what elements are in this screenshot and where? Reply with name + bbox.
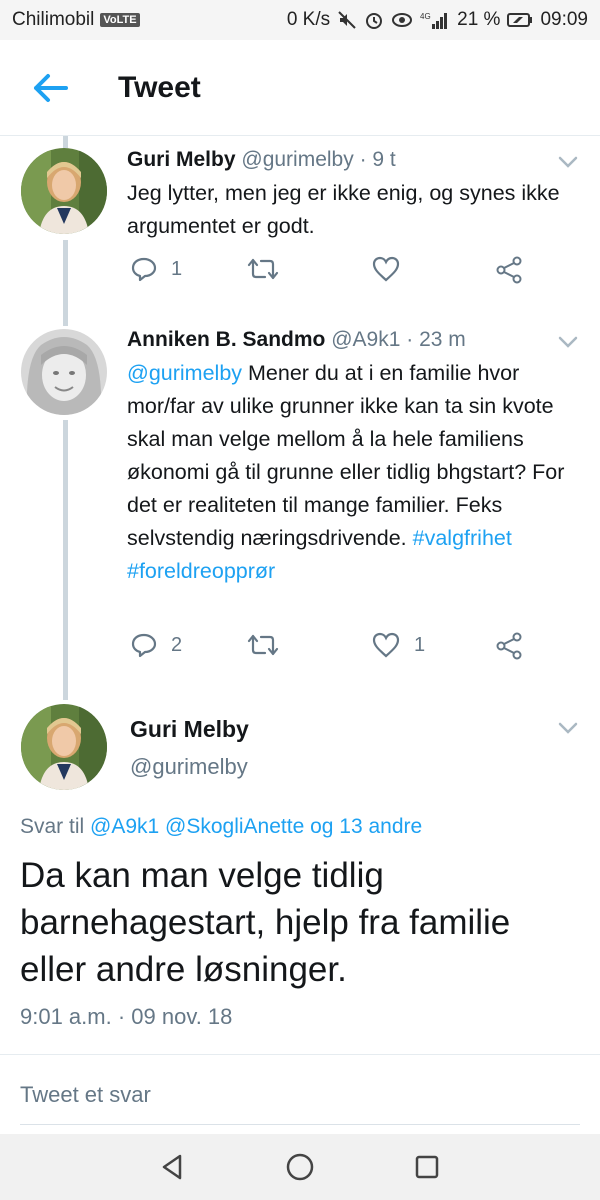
- carrier: Chilimobil VoLTE: [12, 9, 140, 31]
- divider: [20, 1124, 580, 1125]
- like-button[interactable]: 1: [372, 632, 425, 658]
- reply-button[interactable]: 2: [131, 632, 182, 658]
- separator: ·: [406, 328, 414, 351]
- divider: [0, 1054, 600, 1055]
- tweet-text-body: Mener du at i en familie hvor mor/far av…: [127, 361, 565, 550]
- hashtag-link[interactable]: #valgfrihet: [413, 526, 512, 550]
- share-icon: [496, 632, 522, 660]
- avatar[interactable]: [21, 329, 107, 415]
- reply-count: 2: [171, 633, 183, 656]
- reply-users-link[interactable]: @A9k1 @SkogliAnette og 13 andre: [90, 815, 422, 838]
- tweet-header: Guri Melby @gurimelby · 9 t: [127, 148, 396, 172]
- author-name[interactable]: Guri Melby: [127, 148, 236, 171]
- app-header: Tweet: [0, 40, 600, 136]
- author-handle[interactable]: @gurimelby: [130, 754, 248, 780]
- tweet-menu-button[interactable]: [556, 150, 580, 174]
- share-icon: [496, 256, 522, 284]
- network-speed: 0 K/s: [286, 9, 331, 30]
- tweet-text: @gurimelby Mener du at i en familie hvor…: [127, 357, 587, 588]
- clock: 09:09: [540, 9, 588, 30]
- status-bar: Chilimobil VoLTE 0 K/s 4G 21 % 09:09: [0, 0, 600, 40]
- arrow-left-icon: [34, 73, 68, 102]
- tweet-menu-button[interactable]: [556, 716, 580, 740]
- heart-icon: [372, 632, 400, 658]
- like-count: 1: [414, 633, 426, 656]
- reply-icon: [131, 633, 157, 658]
- nav-recents-button[interactable]: [407, 1147, 447, 1187]
- reply-count: 1: [171, 257, 183, 280]
- share-button[interactable]: [495, 632, 523, 660]
- back-button[interactable]: [20, 58, 80, 118]
- eye-comfort-icon: [391, 11, 413, 29]
- avatar[interactable]: [21, 148, 107, 234]
- retweet-icon: [247, 634, 279, 656]
- tweet-header: Anniken B. Sandmo @A9k1 · 23 m: [127, 328, 466, 352]
- alarm-icon: [364, 10, 384, 30]
- chevron-down-icon: [558, 156, 578, 168]
- tweet-item[interactable]: Anniken B. Sandmo @A9k1 · 23 m @gurimelb…: [0, 316, 600, 696]
- tweet-menu-button[interactable]: [556, 330, 580, 354]
- battery-percent: 21 %: [457, 9, 501, 30]
- volte-badge: VoLTE: [100, 13, 140, 27]
- reply-input[interactable]: Tweet et svar: [20, 1082, 151, 1108]
- tweet-time: 23 m: [419, 328, 466, 351]
- share-button[interactable]: [495, 256, 523, 284]
- heart-icon: [372, 256, 400, 282]
- chevron-down-icon: [558, 336, 578, 348]
- author-handle[interactable]: @A9k1: [331, 328, 400, 351]
- triangle-back-icon: [163, 1154, 182, 1180]
- author-name[interactable]: Guri Melby: [130, 716, 249, 743]
- tweet-item[interactable]: Guri Melby @gurimelby · 9 t Jeg lytter, …: [0, 140, 600, 310]
- retweet-button[interactable]: [247, 256, 293, 282]
- focused-tweet-text: Da kan man velge tidlig barnehagestart, …: [20, 856, 511, 989]
- reply-context: Svar til @A9k1 @SkogliAnette og 13 andre: [20, 815, 422, 839]
- mention-link[interactable]: @gurimelby: [127, 361, 242, 385]
- author-name[interactable]: Anniken B. Sandmo: [127, 328, 325, 351]
- carrier-name: Chilimobil: [12, 9, 95, 30]
- tweet-timestamp: 9:01 a.m. · 09 nov. 18: [20, 1004, 233, 1029]
- tweet-text: Jeg lytter, men jeg er ikke enig, og syn…: [127, 181, 560, 238]
- hashtag-link[interactable]: #foreldreopprør: [127, 559, 275, 583]
- separator: ·: [359, 148, 367, 171]
- retweet-icon: [247, 258, 279, 280]
- nav-home-button[interactable]: [280, 1147, 320, 1187]
- chevron-down-icon: [558, 722, 578, 734]
- tweet-time: 9 t: [372, 148, 396, 171]
- author-handle[interactable]: @gurimelby: [241, 148, 353, 171]
- network-type: 4G: [420, 12, 431, 21]
- system-nav-bar: [0, 1134, 600, 1200]
- square-recents-icon: [415, 1155, 438, 1179]
- avatar[interactable]: [21, 704, 107, 790]
- status-icons: 0 K/s 4G 21 % 09:09: [287, 9, 588, 31]
- circle-home-icon: [286, 1153, 314, 1181]
- tweet-actions: 1: [127, 256, 527, 296]
- like-button[interactable]: [372, 256, 414, 282]
- mute-icon: [337, 10, 357, 30]
- reply-icon: [131, 257, 157, 282]
- page-title: Tweet: [118, 70, 201, 104]
- retweet-button[interactable]: [247, 632, 293, 658]
- signal-icon: 4G: [420, 10, 450, 30]
- battery-icon: [507, 12, 533, 28]
- tweet-actions: 2 1: [127, 632, 527, 672]
- reply-button[interactable]: 1: [131, 256, 182, 282]
- reply-prefix: Svar til: [20, 815, 91, 838]
- nav-back-button[interactable]: [153, 1147, 193, 1187]
